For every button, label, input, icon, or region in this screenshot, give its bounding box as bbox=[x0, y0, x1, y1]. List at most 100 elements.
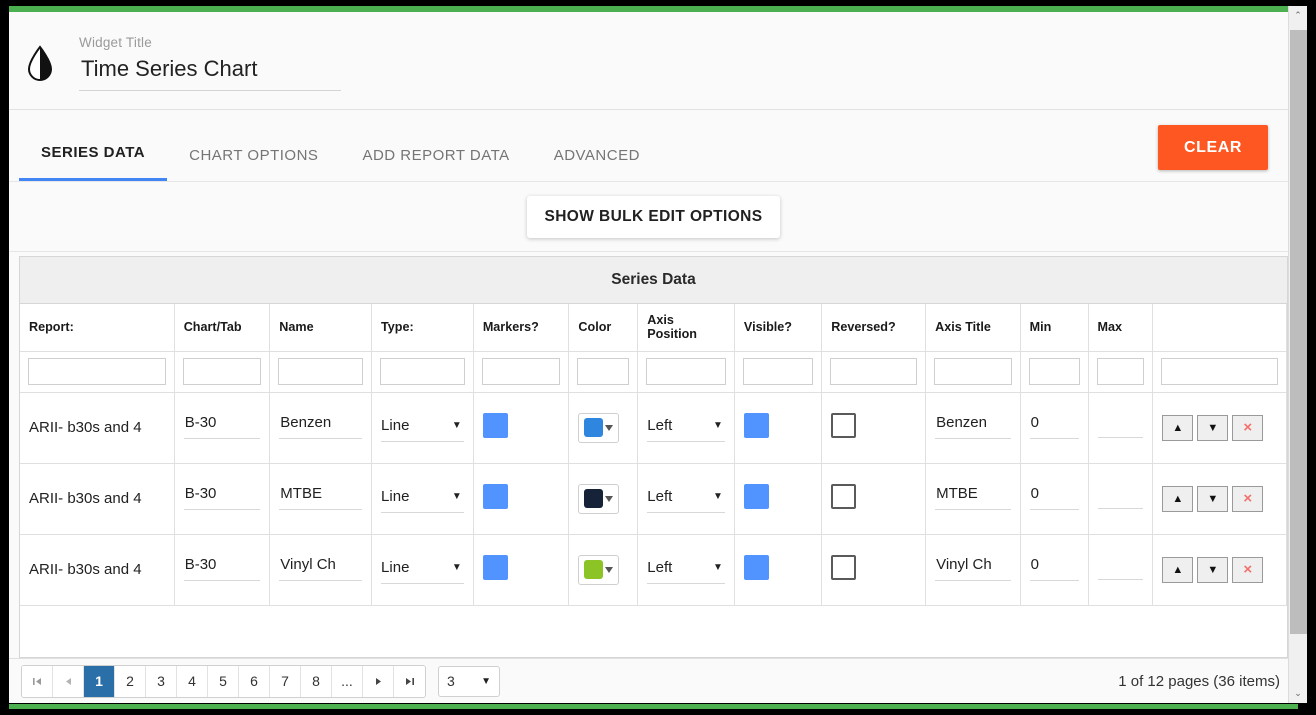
tab-chart-options[interactable]: CHART OPTIONS bbox=[167, 147, 340, 181]
cell-min[interactable]: 0 bbox=[1029, 411, 1079, 439]
filter-min[interactable] bbox=[1028, 358, 1080, 385]
color-swatch bbox=[584, 418, 604, 437]
cell-reversed-checkbox[interactable] bbox=[831, 412, 857, 438]
delete-row-button[interactable]: × bbox=[1232, 485, 1264, 512]
filter-markers[interactable] bbox=[481, 358, 561, 385]
filter-type[interactable] bbox=[380, 358, 465, 385]
page-button-6[interactable]: 6 bbox=[239, 665, 270, 697]
chevron-down-icon: ▼ bbox=[451, 490, 462, 502]
filter-axis-title[interactable] bbox=[934, 358, 1012, 385]
vertical-scrollbar[interactable]: ⌃ ⌄ bbox=[1288, 6, 1307, 703]
cell-markers-checkbox[interactable] bbox=[482, 554, 508, 580]
filter-chart-tab[interactable] bbox=[182, 358, 262, 385]
last-page-button[interactable] bbox=[394, 665, 425, 697]
cell-chart-tab[interactable]: B-30 bbox=[183, 482, 261, 510]
filter-color[interactable] bbox=[577, 358, 630, 385]
cell-type-value: Line bbox=[381, 487, 410, 505]
cell-type-select[interactable]: Line ▼ bbox=[381, 414, 464, 442]
col-type: Type: bbox=[371, 304, 474, 352]
prev-page-button[interactable] bbox=[53, 665, 84, 697]
col-name: Name bbox=[269, 304, 373, 352]
page-button-3[interactable]: 3 bbox=[146, 665, 177, 697]
tab-bar: SERIES DATA CHART OPTIONS ADD REPORT DAT… bbox=[9, 110, 1298, 182]
widget-title-input[interactable] bbox=[79, 53, 341, 91]
next-page-button[interactable] bbox=[363, 665, 394, 697]
delete-row-button[interactable]: × bbox=[1232, 414, 1264, 441]
filter-max[interactable] bbox=[1096, 358, 1145, 385]
scroll-up-button[interactable]: ⌃ bbox=[1289, 6, 1307, 25]
cell-axis-position-select[interactable]: Left ▼ bbox=[647, 485, 725, 513]
row-actions: ▲ ▼ × bbox=[1162, 485, 1277, 512]
show-bulk-edit-options-button[interactable]: SHOW BULK EDIT OPTIONS bbox=[527, 195, 780, 238]
color-swatch bbox=[584, 560, 604, 579]
cell-markers-checkbox[interactable] bbox=[482, 483, 508, 509]
series-data-grid: Series Data Report: Chart/Tab Name Type:… bbox=[19, 256, 1288, 658]
tab-advanced[interactable]: ADVANCED bbox=[532, 147, 662, 181]
page-size-select[interactable]: 3 ▼ bbox=[438, 665, 500, 697]
col-reversed: Reversed? bbox=[821, 304, 927, 352]
cell-color-picker[interactable] bbox=[578, 554, 620, 585]
cell-color-picker[interactable] bbox=[578, 412, 620, 443]
move-down-button[interactable]: ▼ bbox=[1197, 414, 1229, 441]
filter-actions[interactable] bbox=[1161, 358, 1278, 385]
cell-chart-tab[interactable]: B-30 bbox=[183, 553, 261, 581]
page-button-4[interactable]: 4 bbox=[177, 665, 208, 697]
table-row: ARII- b30s and 4 B-30 MTBE Line ▼ Left ▼ M… bbox=[20, 463, 1287, 535]
chevron-down-icon: ▼ bbox=[713, 490, 723, 502]
col-markers: Markers? bbox=[473, 304, 570, 352]
cell-type-select[interactable]: Line ▼ bbox=[381, 556, 464, 584]
move-up-button[interactable]: ▲ bbox=[1162, 556, 1194, 583]
cell-visible-checkbox[interactable] bbox=[743, 483, 769, 509]
filter-report[interactable] bbox=[28, 358, 166, 385]
cell-axis-position-value: Left bbox=[647, 416, 673, 434]
page-button-2[interactable]: 2 bbox=[115, 665, 146, 697]
cell-max[interactable] bbox=[1097, 483, 1144, 509]
move-down-button[interactable]: ▼ bbox=[1197, 485, 1229, 512]
cell-max[interactable] bbox=[1097, 412, 1144, 438]
col-color: Color bbox=[568, 304, 639, 352]
scrollbar-thumb[interactable] bbox=[1290, 30, 1307, 634]
cell-axis-title[interactable]: MTBE bbox=[935, 482, 1011, 510]
page-button-1[interactable]: 1 bbox=[84, 665, 115, 697]
col-axis-position: Axis Position bbox=[637, 304, 735, 352]
clear-button[interactable]: CLEAR bbox=[1158, 125, 1268, 170]
cell-max[interactable] bbox=[1097, 554, 1144, 580]
cell-axis-position-select[interactable]: Left ▼ bbox=[647, 556, 725, 584]
move-down-button[interactable]: ▼ bbox=[1197, 556, 1229, 583]
move-up-button[interactable]: ▲ bbox=[1162, 414, 1194, 441]
pagination-controls: 1 2 3 4 5 6 7 8 ... bbox=[21, 664, 426, 698]
page-button-7[interactable]: 7 bbox=[270, 665, 301, 697]
chevron-down-icon: ▼ bbox=[481, 675, 491, 687]
scroll-down-button[interactable]: ⌄ bbox=[1289, 684, 1307, 703]
cell-axis-title[interactable]: Benzen bbox=[935, 411, 1011, 439]
cell-reversed-checkbox[interactable] bbox=[831, 554, 857, 580]
cell-type-select[interactable]: Line ▼ bbox=[381, 485, 464, 513]
cell-visible-checkbox[interactable] bbox=[743, 554, 769, 580]
page-button-5[interactable]: 5 bbox=[208, 665, 239, 697]
col-visible: Visible? bbox=[734, 304, 823, 352]
cell-name[interactable]: Vinyl Ch bbox=[279, 553, 363, 581]
first-page-button[interactable] bbox=[22, 665, 53, 697]
cell-name[interactable]: Benzen bbox=[279, 411, 363, 439]
cell-min[interactable]: 0 bbox=[1029, 482, 1079, 510]
filter-axis-position[interactable] bbox=[646, 358, 726, 385]
cell-axis-title[interactable]: Vinyl Ch bbox=[935, 553, 1011, 581]
filter-visible[interactable] bbox=[742, 358, 814, 385]
cell-min[interactable]: 0 bbox=[1029, 553, 1079, 581]
cell-markers-checkbox[interactable] bbox=[482, 412, 508, 438]
page-button-8[interactable]: 8 bbox=[301, 665, 332, 697]
delete-row-button[interactable]: × bbox=[1232, 556, 1264, 583]
series-grid-wrapper: Series Data Report: Chart/Tab Name Type:… bbox=[9, 252, 1298, 658]
move-up-button[interactable]: ▲ bbox=[1162, 485, 1194, 512]
cell-chart-tab[interactable]: B-30 bbox=[183, 411, 261, 439]
filter-name[interactable] bbox=[278, 358, 364, 385]
cell-axis-position-select[interactable]: Left ▼ bbox=[647, 414, 725, 442]
tab-series-data[interactable]: SERIES DATA bbox=[19, 144, 168, 181]
filter-reversed[interactable] bbox=[830, 358, 918, 385]
chevron-down-icon: ▼ bbox=[713, 419, 723, 431]
tab-add-report-data[interactable]: ADD REPORT DATA bbox=[340, 147, 531, 181]
cell-name[interactable]: MTBE bbox=[279, 482, 363, 510]
cell-visible-checkbox[interactable] bbox=[743, 412, 769, 438]
cell-reversed-checkbox[interactable] bbox=[831, 483, 857, 509]
cell-color-picker[interactable] bbox=[578, 483, 620, 514]
